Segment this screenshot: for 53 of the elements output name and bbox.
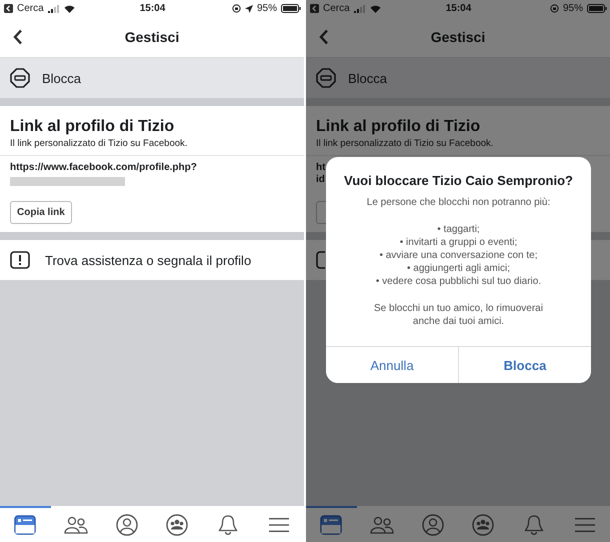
- dialog-list-item: • invitarti a gruppi o eventi;: [400, 236, 518, 249]
- news-feed-icon: [320, 515, 342, 535]
- back-chevron-icon[interactable]: [13, 29, 23, 45]
- news-feed-icon: [14, 515, 36, 535]
- back-app-label[interactable]: Cerca: [323, 3, 350, 14]
- dialog-text: Se blocchi un tuo amico, lo rimuoverai anche dai tuoi amici.: [373, 302, 544, 328]
- block-row[interactable]: Blocca: [306, 58, 610, 98]
- dialog-list-item: • vedere cosa pubblichi sul tuo diario.: [376, 275, 542, 288]
- friends-icon: [370, 516, 394, 534]
- dialog-list-item: • taggarti;: [437, 223, 480, 236]
- bell-icon: [524, 514, 544, 536]
- dialog-list-item: • avviare una conversazione con te;: [379, 249, 538, 262]
- copy-link-button[interactable]: Copia link: [10, 201, 72, 224]
- dialog-title: Vuoi bloccare Tizio Caio Sempronio?: [344, 173, 573, 188]
- battery-percent: 95%: [562, 3, 583, 14]
- battery-icon: [586, 4, 607, 13]
- menu-icon: [574, 517, 595, 533]
- rotation-lock-icon: [550, 4, 559, 13]
- exclamation-icon: [10, 251, 30, 269]
- rotation-lock-icon: [232, 4, 241, 13]
- signal-icon: [354, 4, 366, 12]
- back-to-app-icon[interactable]: [4, 4, 13, 13]
- clock-time: 15:04: [446, 3, 472, 14]
- block-row[interactable]: Blocca: [0, 58, 304, 98]
- groups-icon: [166, 514, 188, 536]
- signal-icon: [48, 4, 60, 12]
- card-subtitle: Il link personalizzato di Tizio su Facebook.: [316, 138, 494, 149]
- wifi-icon: [64, 4, 75, 12]
- exclamation-icon: [316, 251, 325, 269]
- profile-url: id: [316, 174, 325, 186]
- block-icon: [10, 68, 30, 88]
- back-app-label[interactable]: Cerca: [17, 3, 44, 14]
- menu-icon: [268, 517, 289, 533]
- card-title: Link al profilo di Tizio: [10, 118, 176, 136]
- battery-icon: [280, 4, 301, 13]
- dialog-text: Le persone che blocchi non potranno più:: [366, 196, 550, 209]
- dialog-list-item: • aggiungerti agli amici;: [406, 262, 510, 275]
- card-title: Link al profilo di Tizio: [316, 118, 482, 136]
- profile-url: ht: [316, 162, 326, 174]
- friends-icon: [64, 516, 88, 534]
- bell-icon: [218, 514, 238, 536]
- wifi-icon: [370, 4, 381, 12]
- profile-icon: [116, 514, 138, 536]
- groups-icon: [472, 514, 494, 536]
- card-subtitle: Il link personalizzato di Tizio su Facebook.: [10, 138, 188, 149]
- profile-icon: [422, 514, 444, 536]
- battery-percent: 95%: [256, 3, 277, 14]
- confirm-button[interactable]: Blocca: [458, 347, 591, 383]
- block-icon: [316, 68, 336, 88]
- screen-title: Gestisci: [430, 29, 486, 45]
- profile-url: https://www.facebook.com/profile.php?: [10, 162, 197, 174]
- screen-title: Gestisci: [124, 29, 180, 45]
- clock-time: 15:04: [140, 3, 166, 14]
